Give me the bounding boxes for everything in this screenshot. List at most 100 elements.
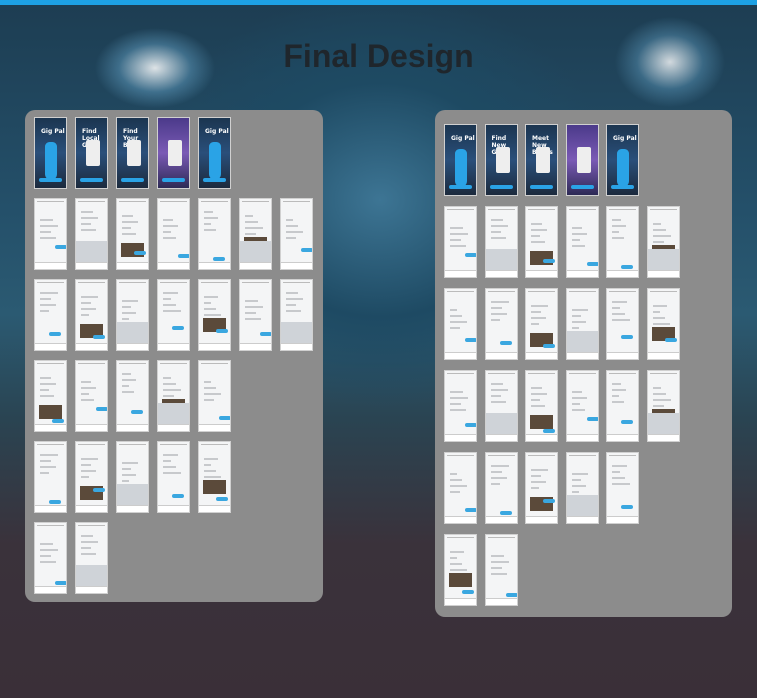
text-line — [652, 323, 670, 325]
text-line — [490, 231, 501, 233]
onboarding-screen: Gig Pal — [34, 117, 67, 189]
text-line — [204, 381, 211, 383]
app-screen — [34, 360, 67, 432]
keyboard — [566, 495, 598, 517]
action-button — [505, 593, 517, 597]
text-line — [612, 401, 624, 403]
text-line — [450, 397, 468, 399]
text-line — [612, 219, 621, 221]
text-line — [490, 483, 500, 485]
status-bar — [78, 444, 105, 448]
bottom-nav — [76, 343, 107, 350]
action-button — [93, 488, 105, 492]
text-line — [40, 292, 58, 294]
text-line — [450, 569, 467, 571]
text-line — [163, 225, 178, 227]
bottom-nav — [199, 262, 230, 269]
bottom-nav — [76, 586, 107, 593]
app-screen — [34, 279, 67, 351]
bottom-nav — [158, 262, 189, 269]
text-line — [612, 471, 620, 473]
text-line — [490, 477, 507, 479]
text-line — [531, 235, 540, 237]
app-screen — [239, 198, 272, 270]
text-line — [122, 379, 136, 381]
text-line — [122, 215, 133, 217]
text-line — [40, 310, 49, 312]
text-line — [81, 211, 93, 213]
text-line — [81, 476, 89, 478]
text-line — [163, 472, 181, 474]
text-line — [40, 219, 53, 221]
app-screen — [565, 288, 599, 360]
status-bar — [201, 363, 228, 367]
text-line — [163, 466, 176, 468]
text-line — [245, 306, 263, 308]
bottom-nav — [647, 270, 679, 277]
text-line — [490, 383, 503, 385]
text-line — [40, 389, 49, 391]
app-screen — [116, 441, 149, 513]
app-screen — [198, 360, 231, 432]
text-line — [81, 308, 96, 310]
text-line — [163, 219, 173, 221]
status-bar — [487, 209, 515, 213]
action-button — [219, 416, 230, 420]
text-line — [571, 409, 585, 411]
status-bar — [528, 291, 555, 295]
text-line — [531, 305, 548, 307]
text-line — [450, 551, 464, 553]
get-started-button — [489, 185, 513, 189]
bottom-nav — [158, 505, 189, 512]
status-bar — [649, 373, 677, 377]
app-screen — [75, 198, 108, 270]
text-line — [490, 401, 506, 403]
text-line — [40, 466, 56, 468]
app-screen — [606, 206, 639, 278]
text-line — [204, 476, 221, 478]
app-screen — [484, 206, 518, 278]
text-line — [40, 383, 56, 385]
text-line — [204, 464, 211, 466]
text-line — [81, 541, 98, 543]
bottom-nav — [445, 598, 476, 605]
app-screen — [525, 206, 558, 278]
get-started-button — [39, 178, 62, 182]
text-line — [40, 231, 51, 233]
text-line — [81, 547, 91, 549]
text-line — [122, 474, 136, 476]
text-line — [571, 227, 582, 229]
text-line — [40, 298, 51, 300]
get-started-button — [449, 185, 472, 189]
bottom-nav — [485, 270, 517, 277]
bottom-nav — [607, 516, 638, 523]
text-line — [40, 555, 51, 557]
text-line — [450, 239, 461, 241]
text-line — [204, 399, 214, 401]
text-line — [81, 302, 91, 304]
status-bar — [160, 282, 187, 286]
status-bar — [447, 373, 474, 377]
text-line — [204, 296, 218, 298]
app-screen — [484, 370, 518, 442]
text-line — [286, 225, 298, 227]
text-line — [40, 395, 54, 397]
text-line — [490, 225, 508, 227]
text-line — [204, 223, 211, 225]
text-line — [81, 535, 93, 537]
status-bar — [160, 363, 187, 367]
status-bar — [119, 282, 146, 286]
text-line — [490, 313, 507, 315]
app-screen — [565, 206, 599, 278]
action-button — [621, 420, 633, 424]
bottom-nav — [240, 262, 271, 269]
text-line — [571, 239, 580, 241]
bottom-nav — [281, 343, 312, 350]
status-bar — [37, 444, 64, 448]
bottom-nav — [76, 505, 107, 512]
text-line — [571, 233, 587, 235]
text-line — [652, 241, 664, 243]
text-line — [245, 221, 258, 223]
action-button — [621, 265, 633, 269]
keyboard — [485, 249, 517, 271]
